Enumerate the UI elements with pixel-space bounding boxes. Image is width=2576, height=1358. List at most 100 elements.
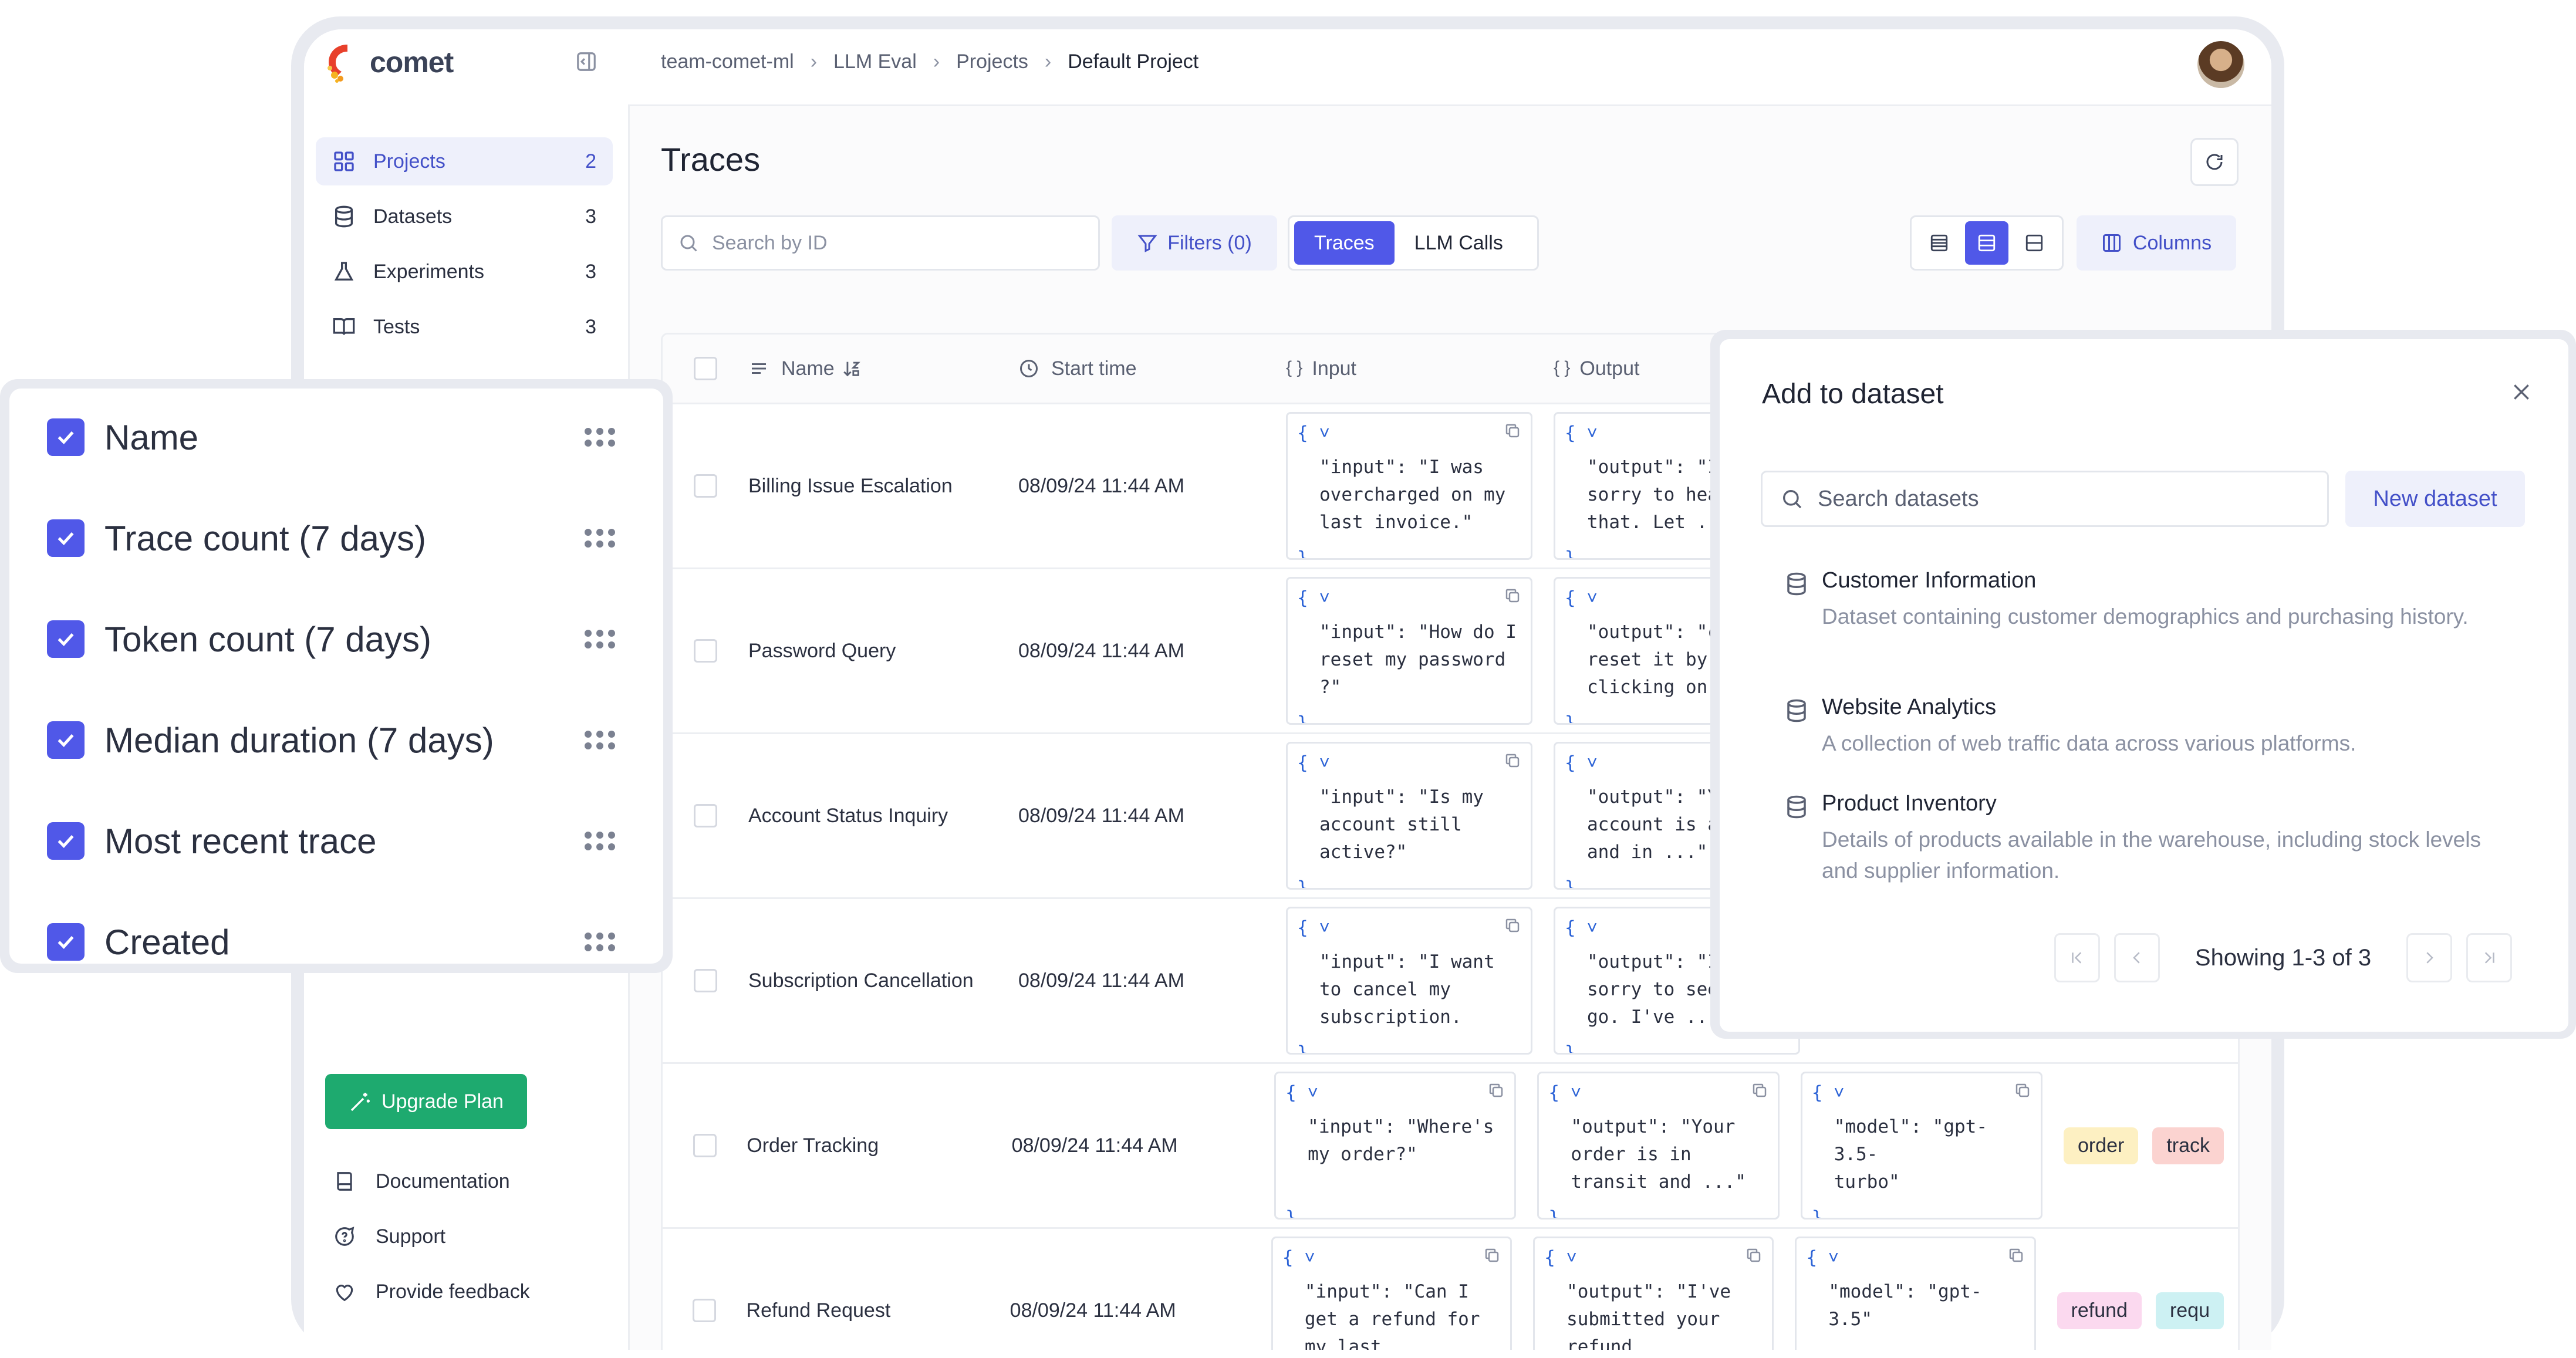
- copy-icon[interactable]: [2014, 1082, 2031, 1099]
- row-checkbox[interactable]: [694, 639, 717, 663]
- column-toggle-item[interactable]: Median duration (7 days): [47, 711, 616, 769]
- density-compact-button[interactable]: [1917, 221, 1961, 265]
- trace-name[interactable]: Subscription Cancellation: [748, 969, 1018, 992]
- row-checkbox[interactable]: [694, 474, 717, 498]
- trace-name[interactable]: Refund Request: [747, 1299, 1010, 1322]
- sidebar-item-tests[interactable]: Tests 3: [316, 303, 613, 351]
- output-cell[interactable]: { ˅ "output": "I've submitted your refund r…: [1533, 1237, 1774, 1350]
- feedback-link[interactable]: Provide feedback: [333, 1264, 609, 1319]
- drag-handle-icon[interactable]: [583, 526, 616, 550]
- filters-button[interactable]: Filters (0): [1112, 215, 1277, 271]
- json-open-brace: { ˅: [1565, 587, 1598, 609]
- input-cell[interactable]: { ˅ "input": "I want to cancel my subscript…: [1286, 907, 1532, 1055]
- input-cell[interactable]: { ˅ "input": "Is my account still active?"}: [1286, 742, 1532, 890]
- sidebar-item-label: Tests: [373, 315, 420, 338]
- density-medium-button[interactable]: [1964, 221, 2008, 265]
- copy-icon[interactable]: [1504, 587, 1521, 604]
- breadcrumb-item[interactable]: Projects: [956, 50, 1028, 73]
- sidebar-item-datasets[interactable]: Datasets 3: [316, 192, 613, 241]
- row-checkbox[interactable]: [693, 1299, 717, 1322]
- column-header-start-time[interactable]: Start time: [1018, 357, 1286, 380]
- column-checkbox[interactable]: [47, 519, 85, 557]
- drag-handle-icon[interactable]: [583, 829, 616, 853]
- column-header-name[interactable]: Name: [748, 357, 1018, 380]
- input-cell[interactable]: { ˅ "input": "Where's my order?"}: [1274, 1072, 1517, 1220]
- refresh-button[interactable]: [2190, 138, 2239, 186]
- copy-icon[interactable]: [1751, 1082, 1768, 1099]
- dataset-search-input[interactable]: Search datasets: [1761, 471, 2329, 527]
- metadata-cell[interactable]: { ˅"model": "gpt-3.5"}: [1795, 1237, 2036, 1350]
- tab-traces[interactable]: Traces: [1294, 221, 1395, 265]
- metadata-cell[interactable]: { ˅ "model": "gpt-3.5- turbo"}: [1800, 1072, 2042, 1220]
- trace-name[interactable]: Account Status Inquiry: [748, 805, 1018, 827]
- table-row[interactable]: Refund Request 08/09/24 11:44 AM { ˅ "input…: [663, 1229, 2238, 1350]
- column-checkbox[interactable]: [47, 923, 85, 961]
- close-icon[interactable]: [2510, 380, 2533, 404]
- column-checkbox[interactable]: [47, 620, 85, 658]
- column-toggle-item[interactable]: Name: [47, 408, 616, 467]
- support-link[interactable]: Support: [333, 1209, 609, 1264]
- dataset-name: Website Analytics: [1822, 695, 1997, 719]
- columns-button[interactable]: Columns: [2077, 215, 2236, 271]
- density-large-button[interactable]: [2013, 221, 2056, 265]
- json-close-brace: }: [1565, 1042, 1576, 1055]
- table-row[interactable]: Order Tracking 08/09/24 11:44 AM { ˅ "input…: [663, 1064, 2238, 1229]
- input-cell[interactable]: { ˅ "input": "How do I reset my password ?"…: [1286, 577, 1532, 725]
- avatar[interactable]: [2197, 41, 2244, 88]
- column-label: Output: [1579, 357, 1640, 380]
- tab-llm-calls[interactable]: LLM Calls: [1395, 221, 1523, 265]
- column-checkbox[interactable]: [47, 721, 85, 759]
- row-checkbox[interactable]: [693, 1134, 717, 1157]
- collapse-sidebar-icon[interactable]: [575, 50, 597, 73]
- copy-icon[interactable]: [1504, 422, 1521, 440]
- documentation-link[interactable]: Documentation: [333, 1154, 609, 1209]
- sort-icon[interactable]: [842, 359, 862, 379]
- drag-handle-icon[interactable]: [583, 930, 616, 954]
- row-checkbox[interactable]: [694, 969, 717, 992]
- breadcrumb-item[interactable]: team-comet-ml: [661, 50, 794, 73]
- copy-icon[interactable]: [1487, 1082, 1505, 1099]
- first-page-button[interactable]: [2054, 933, 2100, 982]
- upgrade-plan-button[interactable]: Upgrade Plan: [325, 1074, 527, 1129]
- sidebar-item-experiments[interactable]: Experiments 3: [316, 248, 613, 296]
- drag-handle-icon[interactable]: [583, 425, 616, 449]
- column-header-input[interactable]: { } Input: [1286, 357, 1554, 380]
- code-line: "input": "Can I: [1304, 1281, 1469, 1302]
- column-toggle-item[interactable]: Token count (7 days): [47, 610, 616, 668]
- trace-name[interactable]: Password Query: [748, 640, 1018, 663]
- column-toggle-item[interactable]: Most recent trace: [47, 812, 616, 870]
- column-checkbox[interactable]: [47, 418, 85, 456]
- json-open-brace: { ˅: [1297, 587, 1330, 609]
- json-open-brace: { ˅: [1565, 917, 1598, 938]
- trace-name[interactable]: Order Tracking: [747, 1134, 1011, 1157]
- sidebar-nav: Projects 2 Datasets 3 Experiments 3 Test…: [316, 137, 613, 358]
- copy-icon[interactable]: [1504, 752, 1521, 769]
- copy-icon[interactable]: [1483, 1246, 1501, 1264]
- trace-start-time: 08/09/24 11:44 AM: [1018, 969, 1184, 992]
- column-toggle-item[interactable]: Trace count (7 days): [47, 509, 616, 567]
- last-page-button[interactable]: [2466, 933, 2513, 982]
- drag-handle-icon[interactable]: [583, 728, 616, 752]
- output-cell[interactable]: { ˅ "output": "Your order is in transit and…: [1537, 1072, 1780, 1220]
- next-page-button[interactable]: [2406, 933, 2453, 982]
- breadcrumb-item[interactable]: LLM Eval: [833, 50, 917, 73]
- input-cell[interactable]: { ˅ "input": "Can I get a refund for my las…: [1271, 1237, 1512, 1350]
- column-toggle-item[interactable]: Created: [47, 913, 616, 964]
- column-checkbox[interactable]: [47, 822, 85, 860]
- column-label: Token count (7 days): [104, 619, 431, 659]
- select-all-checkbox[interactable]: [694, 357, 717, 380]
- drag-handle-icon[interactable]: [583, 627, 616, 651]
- dataset-name: Product Inventory: [1822, 791, 1997, 816]
- search-input[interactable]: Search by ID: [661, 215, 1100, 271]
- row-checkbox[interactable]: [694, 804, 717, 827]
- trace-name[interactable]: Billing Issue Escalation: [748, 475, 1018, 498]
- brand-logo[interactable]: comet: [324, 41, 454, 83]
- input-cell[interactable]: { ˅ "input": "I was overcharged on my last …: [1286, 412, 1532, 560]
- prev-page-button[interactable]: [2114, 933, 2160, 982]
- copy-icon[interactable]: [2007, 1246, 2025, 1264]
- new-dataset-button[interactable]: New dataset: [2345, 471, 2525, 527]
- sidebar-item-projects[interactable]: Projects 2: [316, 137, 613, 185]
- copy-icon[interactable]: [1745, 1246, 1763, 1264]
- filters-label: Filters (0): [1167, 231, 1252, 254]
- copy-icon[interactable]: [1504, 917, 1521, 934]
